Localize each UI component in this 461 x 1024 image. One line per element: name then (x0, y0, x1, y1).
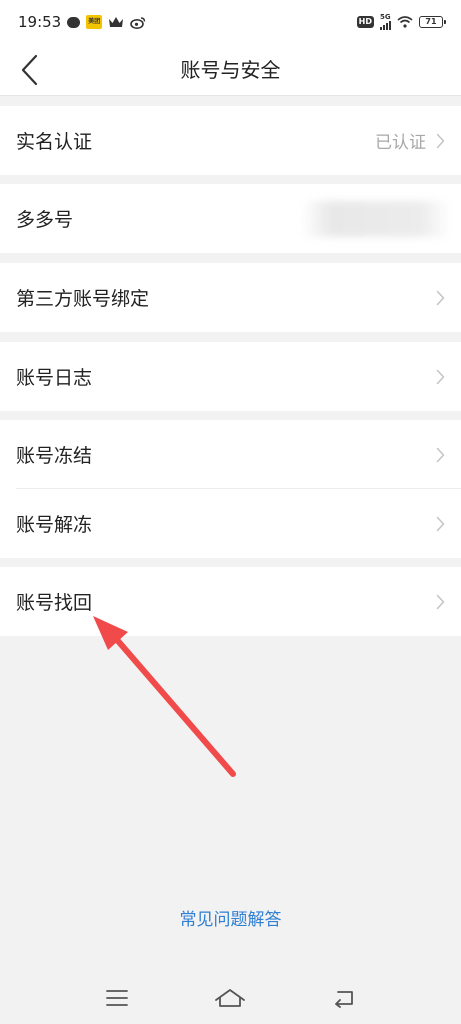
row-right (436, 369, 445, 385)
row-right (436, 290, 445, 306)
row-duoduo-id[interactable]: 多多号 (0, 184, 461, 253)
row-account-freeze[interactable]: 账号冻结 (0, 420, 461, 489)
row-label: 多多号 (16, 209, 74, 231)
home-button[interactable] (208, 976, 252, 1020)
row-label: 实名认证 (16, 131, 93, 153)
system-nav-bar (0, 972, 461, 1024)
hd-icon: HD (356, 16, 374, 28)
row-account-recovery[interactable]: 账号找回 (0, 567, 461, 636)
row-label: 账号日志 (16, 367, 93, 389)
home-icon (215, 989, 246, 1007)
chevron-right-icon (436, 516, 445, 531)
row-account-unfreeze[interactable]: 账号解冻 (0, 489, 461, 558)
row-third-party-binding[interactable]: 第三方账号绑定 (0, 263, 461, 332)
battery-icon: 71 (419, 16, 446, 28)
system-back-button[interactable] (322, 976, 366, 1020)
battery-level: 71 (425, 17, 437, 26)
status-time: 19:53 (18, 13, 62, 31)
back-icon (335, 991, 354, 1008)
row-right (301, 200, 451, 237)
menu-button[interactable] (95, 976, 139, 1020)
row-label: 账号冻结 (16, 445, 93, 467)
row-right (436, 516, 445, 532)
signal-bars (380, 21, 391, 30)
faq-link[interactable]: 常见问题解答 (0, 905, 461, 930)
row-label: 账号找回 (16, 592, 93, 614)
status-bar: 19:53 美团 HD 5G 71 (0, 0, 461, 44)
redacted-value (301, 200, 451, 237)
menu-icon (105, 990, 128, 1006)
row-real-name-verification[interactable]: 实名认证 已认证 (0, 106, 461, 175)
crown-icon (108, 16, 124, 28)
chevron-right-icon (436, 594, 445, 609)
verified-status: 已认证 (375, 133, 426, 153)
back-button[interactable] (10, 50, 50, 90)
status-right: HD 5G 71 (356, 14, 446, 30)
row-account-log[interactable]: 账号日志 (0, 342, 461, 411)
wifi-icon (397, 16, 413, 28)
chevron-left-icon (21, 54, 38, 86)
row-right (436, 447, 445, 463)
nav-bar: 账号与安全 (0, 44, 461, 96)
chevron-right-icon (436, 447, 445, 462)
chevron-right-icon (436, 133, 445, 148)
chat-bubble-icon (67, 16, 81, 28)
network-type: 5G (380, 13, 391, 21)
chevron-right-icon (436, 290, 445, 305)
row-right (436, 594, 445, 610)
row-right: 已认证 (375, 128, 445, 153)
page-title: 账号与安全 (180, 58, 281, 82)
row-label: 账号解冻 (16, 514, 93, 536)
row-label: 第三方账号绑定 (16, 288, 150, 310)
weibo-icon (130, 16, 146, 29)
chevron-right-icon (436, 369, 445, 384)
meituan-icon: 美团 (86, 15, 103, 29)
status-left: 19:53 美团 (18, 13, 146, 31)
signal-icon: 5G (380, 14, 391, 30)
